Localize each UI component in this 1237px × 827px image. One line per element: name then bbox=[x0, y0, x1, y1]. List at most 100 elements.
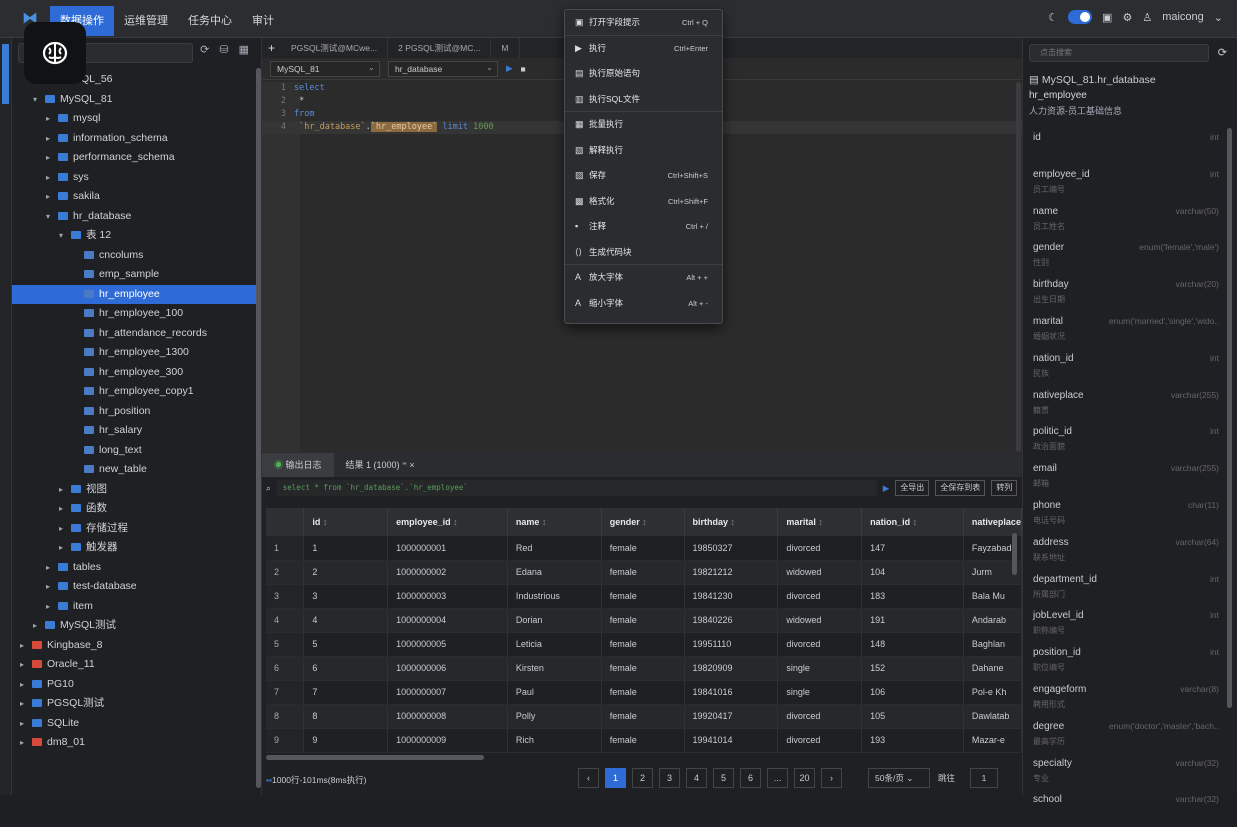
chevron-right-icon[interactable]: ▸ bbox=[46, 558, 50, 578]
table-cell[interactable]: female bbox=[601, 656, 685, 681]
chevron-right-icon[interactable]: ▸ bbox=[33, 616, 37, 636]
tree-node[interactable]: ▸ performance_schema bbox=[12, 148, 256, 168]
table-cell[interactable]: 106 bbox=[861, 680, 964, 705]
table-cell[interactable]: 19821212 bbox=[684, 560, 779, 585]
add-tab-button[interactable]: + bbox=[262, 41, 281, 55]
table-cell[interactable]: female bbox=[601, 704, 685, 729]
connection-select[interactable]: MySQL_81 bbox=[270, 60, 380, 77]
tree-node[interactable]: ▾ hr_database bbox=[12, 207, 256, 227]
table-cell[interactable]: widowed bbox=[777, 608, 863, 633]
table-row[interactable]: 6 6 1000000006 Kirsten female 19820909 single 1… bbox=[266, 656, 1023, 681]
chevron-right-icon[interactable]: ▸ bbox=[46, 168, 50, 188]
chevron-right-icon[interactable]: ▸ bbox=[46, 187, 50, 207]
column-header[interactable]: nativeplace bbox=[963, 508, 1023, 536]
table-row[interactable]: 1 1 1000000001 Red female 19850327 divorced 147… bbox=[266, 536, 1023, 561]
tree-node[interactable]: ▸ tables bbox=[12, 558, 256, 578]
tree-node[interactable]: ▸ 存储过程 bbox=[12, 519, 256, 539]
table-cell[interactable]: 148 bbox=[861, 632, 964, 657]
table-cell[interactable]: 152 bbox=[861, 656, 964, 681]
tree-node[interactable]: ▸ test-database bbox=[12, 577, 256, 597]
table-cell[interactable]: 19920417 bbox=[684, 704, 779, 729]
table-cell[interactable]: divorced bbox=[777, 704, 863, 729]
save-to-table-button[interactable]: 全保存到表 bbox=[935, 480, 986, 496]
chevron-right-icon[interactable]: ▸ bbox=[20, 733, 24, 753]
table-cell[interactable]: 191 bbox=[861, 608, 964, 633]
menu-item[interactable]: ▤ 执行原始语句 bbox=[565, 61, 722, 87]
tree-node[interactable]: ▸ Oracle_11 bbox=[12, 655, 256, 675]
editor-tab[interactable]: PGSQL测试@MCwe... bbox=[281, 38, 389, 58]
tree-node[interactable]: ▸ mysql bbox=[12, 109, 256, 129]
column-header[interactable]: employee_id ↕ bbox=[387, 508, 508, 536]
column-header[interactable]: birthday ↕ bbox=[684, 508, 779, 536]
table-cell[interactable]: 19941014 bbox=[684, 728, 779, 753]
menu-item[interactable]: ▶ 执行 Ctrl+Enter bbox=[565, 36, 722, 62]
sort-icon[interactable]: ↕ bbox=[728, 517, 736, 527]
menu-item[interactable]: ⟨⟩ 生成代码块 bbox=[565, 240, 722, 265]
table-cell[interactable]: 104 bbox=[861, 560, 964, 585]
database-icon[interactable]: ⛁ bbox=[219, 43, 228, 56]
pin-icon[interactable]: ⁼ bbox=[402, 460, 407, 470]
tree-node[interactable]: ▸ sys bbox=[12, 168, 256, 188]
chevron-right-icon[interactable]: ▸ bbox=[46, 129, 50, 149]
tree-scrollbar[interactable] bbox=[256, 68, 261, 788]
table-cell[interactable]: female bbox=[601, 536, 685, 561]
column-header[interactable]: gender ↕ bbox=[601, 508, 685, 536]
table-cell[interactable]: divorced bbox=[777, 584, 863, 609]
field-item[interactable]: jobLevel_id int 职称编号 bbox=[1023, 606, 1223, 643]
table-cell[interactable]: 1000000005 bbox=[387, 632, 508, 657]
table-cell[interactable]: Kirsten bbox=[507, 656, 602, 681]
field-item[interactable]: specialty varchar(32) 专业 bbox=[1023, 754, 1223, 791]
menu-item[interactable]: ▣ 打开字段提示 Ctrl + Q bbox=[565, 10, 722, 36]
sort-icon[interactable]: ↕ bbox=[910, 517, 918, 527]
chevron-right-icon[interactable]: ▸ bbox=[46, 148, 50, 168]
tree-node[interactable]: ▸ dm8_01 bbox=[12, 733, 256, 753]
chevron-down-icon[interactable]: ⌄ bbox=[1214, 11, 1223, 24]
chevron-right-icon[interactable]: ▸ bbox=[59, 519, 63, 539]
chevron-right-icon[interactable]: ▸ bbox=[20, 636, 24, 656]
field-item[interactable]: employee_id int 员工编号 bbox=[1023, 165, 1223, 202]
tree-node[interactable]: ▸ Kingbase_8 bbox=[12, 636, 256, 656]
table-cell[interactable]: widowed bbox=[777, 560, 863, 585]
database-select[interactable]: hr_database bbox=[388, 60, 498, 77]
field-item[interactable]: email varchar(255) 邮箱 bbox=[1023, 459, 1223, 496]
field-item[interactable]: politic_id int 政治面貌 bbox=[1023, 422, 1223, 459]
field-item[interactable]: name varchar(50) 员工姓名 bbox=[1023, 202, 1223, 239]
tree-node[interactable]: ▸ information_schema bbox=[12, 129, 256, 149]
table-cell[interactable]: female bbox=[601, 728, 685, 753]
nav-ops-manage[interactable]: 运维管理 bbox=[114, 6, 178, 36]
table-cell[interactable]: divorced bbox=[777, 536, 863, 561]
table-cell[interactable]: Edana bbox=[507, 560, 602, 585]
page-button[interactable]: 3 bbox=[659, 768, 680, 788]
table-cell[interactable]: 19951110 bbox=[684, 632, 779, 657]
tree-node[interactable]: hr_salary bbox=[12, 421, 256, 441]
table-cell[interactable]: female bbox=[601, 632, 685, 657]
tree-node[interactable]: ▸ MySQL测试 bbox=[12, 616, 256, 636]
table-cell[interactable]: 1000000009 bbox=[387, 728, 508, 753]
table-cell[interactable]: 9 bbox=[303, 728, 389, 753]
table-cell[interactable]: Bala Mu bbox=[963, 584, 1023, 609]
table-cell[interactable]: Industrious bbox=[507, 584, 602, 609]
table-cell[interactable]: Red bbox=[507, 536, 602, 561]
panel-scrollbar[interactable] bbox=[1227, 128, 1232, 708]
chevron-right-icon[interactable]: ▸ bbox=[46, 577, 50, 597]
table-cell[interactable]: 105 bbox=[861, 704, 964, 729]
table-cell[interactable]: 4 bbox=[303, 608, 389, 633]
column-header[interactable]: name ↕ bbox=[507, 508, 602, 536]
jump-input[interactable]: 1 bbox=[970, 768, 998, 788]
play-icon[interactable]: ▶ bbox=[883, 483, 890, 494]
table-cell[interactable]: Leticia bbox=[507, 632, 602, 657]
field-item[interactable]: department_id int 所属部门 bbox=[1023, 570, 1223, 607]
table-cell[interactable]: divorced bbox=[777, 632, 863, 657]
search-icon[interactable]: ⌕ bbox=[266, 483, 271, 494]
page-button[interactable]: 2 bbox=[632, 768, 653, 788]
table-cell[interactable]: 1000000008 bbox=[387, 704, 508, 729]
menu-item[interactable]: A 放大字体 Alt + + bbox=[565, 265, 722, 291]
tree-node[interactable]: hr_employee_300 bbox=[12, 363, 256, 383]
table-cell[interactable]: female bbox=[601, 584, 685, 609]
refresh-icon[interactable]: ⟳ bbox=[200, 43, 209, 56]
table-cell[interactable]: 193 bbox=[861, 728, 964, 753]
table-cell[interactable]: 8 bbox=[303, 704, 389, 729]
table-cell[interactable]: 1 bbox=[303, 536, 389, 561]
chevron-down-icon[interactable]: ▾ bbox=[46, 207, 50, 227]
tree-node[interactable]: hr_attendance_records bbox=[12, 324, 256, 344]
